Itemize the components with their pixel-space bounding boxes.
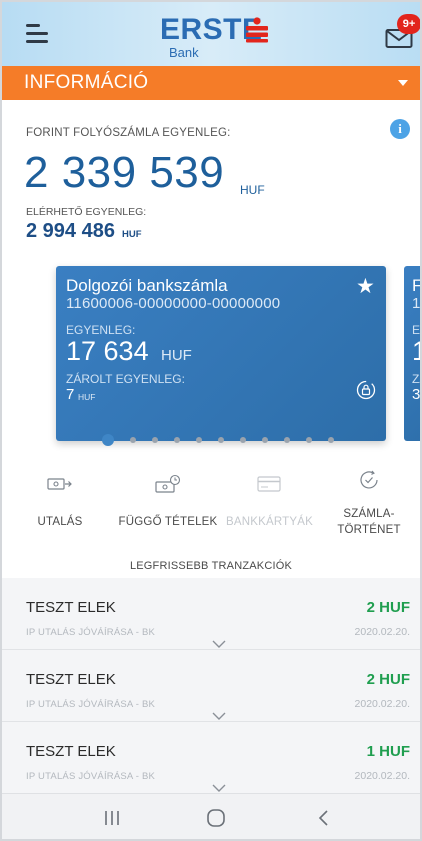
balance-label: FORINT FOLYÓSZÁMLA EGYENLEG:	[26, 127, 231, 139]
account-history-icon	[360, 470, 378, 489]
pager-dot[interactable]	[196, 437, 202, 443]
transfer-button[interactable]: UTALÁS	[24, 468, 96, 548]
card-balance-currency: HUF	[161, 347, 192, 364]
logo-subtitle: Bank	[169, 45, 199, 60]
pager-dot[interactable]	[306, 437, 312, 443]
pager-dot[interactable]	[174, 437, 180, 443]
app-frame: ERSTE Bank 9+ INFORMÁCIÓ FORINT FOLYÓSZÁ…	[0, 0, 422, 841]
available-balance-currency: HUF	[122, 229, 142, 240]
bank-cards-button[interactable]: BANKKÁRTYÁK	[226, 468, 313, 548]
transaction-date: 2020.02.20.	[354, 626, 410, 638]
pager-dot[interactable]	[240, 437, 246, 443]
card-balance-label: EGYENLEG:	[66, 323, 136, 337]
transaction-row[interactable]: TESZT ELEK 2 HUF IP UTALÁS JÓVÁÍRÁSA - B…	[2, 650, 420, 722]
notification-badge: 9+	[397, 14, 420, 34]
transaction-amount: 2 HUF	[366, 671, 410, 688]
account-history-label-line2: TÖRTÉNET	[337, 524, 401, 536]
account-history-button[interactable]: SZÁMLA- TÖRTÉNET	[324, 468, 414, 548]
pager-dot[interactable]	[262, 437, 268, 443]
transaction-row[interactable]: TESZT ELEK 1 HUF IP UTALÁS JÓVÁÍRÁSA - B…	[2, 722, 420, 794]
lock-icon[interactable]	[356, 380, 376, 400]
system-navigation-bar	[2, 793, 420, 839]
transaction-amount: 2 HUF	[366, 599, 410, 616]
pager-dot[interactable]	[130, 437, 136, 443]
transaction-date: 2020.02.20.	[354, 698, 410, 710]
pending-items-icon	[155, 474, 181, 493]
chevron-down-icon[interactable]	[212, 712, 226, 721]
available-balance-label: ELÉRHETŐ EGYENLEG:	[26, 206, 147, 218]
transaction-description: IP UTALÁS JÓVÁÍRÁSA - BK	[26, 627, 156, 638]
card-balance: 1	[412, 336, 420, 367]
info-bar-title: INFORMÁCIÓ	[24, 72, 149, 93]
back-icon[interactable]	[312, 806, 336, 830]
money-transfer-icon	[47, 478, 72, 490]
transaction-description: IP UTALÁS JÓVÁÍRÁSA - BK	[26, 699, 156, 710]
pager-dot[interactable]	[328, 437, 334, 443]
account-name: Dolgozói bankszámla	[66, 276, 228, 295]
info-icon[interactable]: i	[390, 119, 410, 139]
erste-logo: ERSTE Bank	[160, 12, 280, 60]
transaction-name: TESZT ELEK	[26, 743, 116, 760]
caret-down-icon	[398, 80, 408, 86]
balance-amount: 2 339 539	[24, 148, 225, 197]
transaction-name: TESZT ELEK	[26, 671, 116, 688]
pager-dot[interactable]	[218, 437, 224, 443]
card-balance: 17 634	[66, 336, 149, 366]
latest-transactions-heading: LEGFRISSEBB TRANZAKCIÓK	[129, 560, 293, 572]
erste-logo-icon	[246, 17, 268, 43]
account-number: 11	[412, 295, 420, 312]
account-card-next[interactable]: FO 11 EG 1 ZÁ 3	[404, 266, 422, 441]
account-number: 11600006-00000000-00000000	[66, 295, 281, 312]
chevron-down-icon[interactable]	[212, 640, 226, 649]
bank-cards-label: BANKKÁRTYÁK	[226, 516, 313, 528]
card-blocked-currency: HUF	[78, 392, 96, 402]
bank-card-icon	[257, 476, 281, 492]
card-balance-label: EG	[412, 323, 421, 337]
account-history-label: SZÁMLA- TÖRTÉNET	[324, 506, 414, 538]
app-header: ERSTE Bank 9+	[2, 2, 420, 66]
star-icon[interactable]: ★	[356, 274, 375, 299]
chevron-down-icon[interactable]	[212, 784, 226, 793]
transaction-row[interactable]: TESZT ELEK 2 HUF IP UTALÁS JÓVÁÍRÁSA - B…	[2, 578, 420, 650]
card-blocked-amount: 7	[66, 386, 75, 403]
transaction-list: TESZT ELEK 2 HUF IP UTALÁS JÓVÁÍRÁSA - B…	[2, 578, 420, 794]
transaction-description: IP UTALÁS JÓVÁÍRÁSA - BK	[26, 771, 156, 782]
pager-dot[interactable]	[284, 437, 290, 443]
card-blocked-label: ZÁ	[412, 372, 420, 386]
pager-dot[interactable]	[152, 437, 158, 443]
card-blocked-amount: 3	[412, 386, 421, 403]
carousel-pager[interactable]	[102, 434, 342, 448]
transaction-name: TESZT ELEK	[26, 599, 116, 616]
transfer-label: UTALÁS	[37, 516, 83, 528]
pager-dot-active[interactable]	[102, 434, 114, 446]
account-history-label-line1: SZÁMLA-	[343, 508, 395, 520]
recent-apps-icon[interactable]	[100, 806, 124, 830]
pending-items-button[interactable]: FÜGGŐ TÉTELEK	[114, 468, 222, 548]
available-balance-amount: 2 994 486	[26, 220, 115, 242]
account-card[interactable]: Dolgozói bankszámla 11600006-00000000-00…	[56, 266, 386, 441]
transaction-amount: 1 HUF	[366, 743, 410, 760]
card-blocked-label: ZÁROLT EGYENLEG:	[66, 372, 185, 386]
pending-items-label: FÜGGŐ TÉTELEK	[118, 516, 218, 528]
info-dropdown-bar[interactable]: INFORMÁCIÓ	[2, 66, 420, 100]
transaction-date: 2020.02.20.	[354, 770, 410, 782]
balance-currency: HUF	[240, 183, 265, 197]
account-name: FO	[412, 276, 422, 295]
home-icon[interactable]	[204, 806, 228, 830]
hamburger-menu-icon[interactable]	[26, 24, 50, 44]
